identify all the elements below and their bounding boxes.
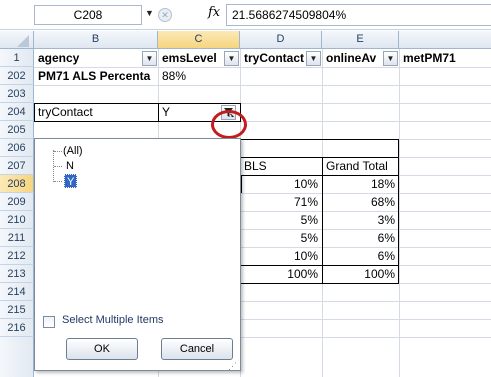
- column-header-b[interactable]: B: [34, 31, 158, 49]
- name-box[interactable]: C208: [34, 5, 142, 25]
- pivot-bls-value[interactable]: 10%: [241, 247, 321, 265]
- row-header-209[interactable]: 209: [0, 193, 34, 211]
- name-box-dropdown-icon[interactable]: ▼: [145, 8, 154, 18]
- cell-c1[interactable]: emsLevel: [159, 49, 225, 67]
- formula-input[interactable]: 21.5686274509804%: [226, 4, 491, 26]
- cell-e1[interactable]: onlineAv: [323, 49, 384, 67]
- cell-c202[interactable]: 88%: [159, 67, 239, 85]
- cell-b1[interactable]: agency: [35, 49, 141, 67]
- filter-item-y[interactable]: Y: [64, 174, 78, 188]
- cancel-entry-icon[interactable]: ✕: [158, 8, 172, 22]
- cancel-button[interactable]: Cancel: [161, 338, 233, 360]
- row-header-216[interactable]: 216: [0, 319, 34, 337]
- resize-grip-icon[interactable]: ⋰: [228, 361, 237, 372]
- cell-d1[interactable]: tryContact: [241, 49, 307, 67]
- row-header-206[interactable]: 206: [0, 139, 34, 157]
- pivot-grand-total-value[interactable]: 68%: [323, 193, 398, 211]
- autofilter-dropdown-e[interactable]: ▼: [383, 51, 398, 66]
- row-header-blank: [0, 337, 34, 377]
- ok-button[interactable]: OK: [66, 338, 138, 360]
- row-header-1[interactable]: 1: [0, 49, 34, 67]
- pivot-grand-total-total[interactable]: 100%: [323, 265, 398, 283]
- column-header-f[interactable]: [399, 31, 491, 49]
- pivot-bls-value[interactable]: 5%: [241, 211, 321, 229]
- row-header-211[interactable]: 211: [0, 229, 34, 247]
- highlight-circle: [211, 110, 247, 139]
- pivot-grand-total-value[interactable]: 18%: [323, 175, 398, 193]
- row-header-208[interactable]: 208: [0, 175, 34, 193]
- filter-item-n[interactable]: N: [66, 159, 74, 173]
- row-header-210[interactable]: 210: [0, 211, 34, 229]
- grid-line: [399, 49, 400, 377]
- pivot-grand-total-value[interactable]: 6%: [323, 247, 398, 265]
- row-header-212[interactable]: 212: [0, 247, 34, 265]
- pivot-title-line: [240, 139, 399, 140]
- tree-connector: [54, 166, 62, 167]
- select-multiple-label[interactable]: Select Multiple Items: [62, 314, 163, 326]
- row-header-204[interactable]: 204: [0, 103, 34, 121]
- tree-connector: [54, 181, 62, 182]
- tree-connector: [54, 151, 62, 152]
- autofilter-dropdown-c[interactable]: ▼: [224, 51, 239, 66]
- cell-c204[interactable]: Y: [159, 103, 219, 121]
- filter-item-all[interactable]: (All): [63, 144, 83, 158]
- row-header-214[interactable]: 214: [0, 283, 34, 301]
- cell-b202[interactable]: PM71 ALS Percenta: [35, 67, 158, 85]
- column-header-e[interactable]: E: [322, 31, 399, 49]
- autofilter-dropdown-d[interactable]: ▼: [306, 51, 321, 66]
- pivot-bls-value[interactable]: 5%: [241, 229, 321, 247]
- row-header-213[interactable]: 213: [0, 265, 34, 283]
- column-header-c[interactable]: C: [158, 31, 240, 49]
- select-multiple-checkbox[interactable]: [43, 316, 55, 328]
- cell-b204[interactable]: tryContact: [35, 103, 157, 121]
- row-header-202[interactable]: 202: [0, 67, 34, 85]
- row-header-207[interactable]: 207: [0, 157, 34, 175]
- grid-line: [34, 85, 491, 86]
- select-all-triangle-icon: [17, 35, 29, 47]
- row-header-205[interactable]: 205: [0, 121, 34, 139]
- pivot-col-header-grand-total[interactable]: Grand Total: [323, 157, 398, 175]
- pivot-bls-value[interactable]: 10%: [241, 175, 321, 193]
- pivot-bls-value[interactable]: 71%: [241, 193, 321, 211]
- row-header-203[interactable]: 203: [0, 85, 34, 103]
- pivot-col-header-bls[interactable]: BLS: [241, 157, 321, 175]
- pivot-grand-total-value[interactable]: 6%: [323, 229, 398, 247]
- pivot-grand-total-value[interactable]: 3%: [323, 211, 398, 229]
- row-header-215[interactable]: 215: [0, 301, 34, 319]
- autofilter-dropdown-b[interactable]: ▼: [142, 51, 157, 66]
- column-header-d[interactable]: D: [240, 31, 322, 49]
- cell-f1[interactable]: metPM71: [400, 49, 490, 67]
- insert-function-icon[interactable]: fx: [208, 5, 220, 20]
- pivot-right-border: [398, 139, 399, 283]
- pivot-bls-total[interactable]: 100%: [241, 265, 321, 283]
